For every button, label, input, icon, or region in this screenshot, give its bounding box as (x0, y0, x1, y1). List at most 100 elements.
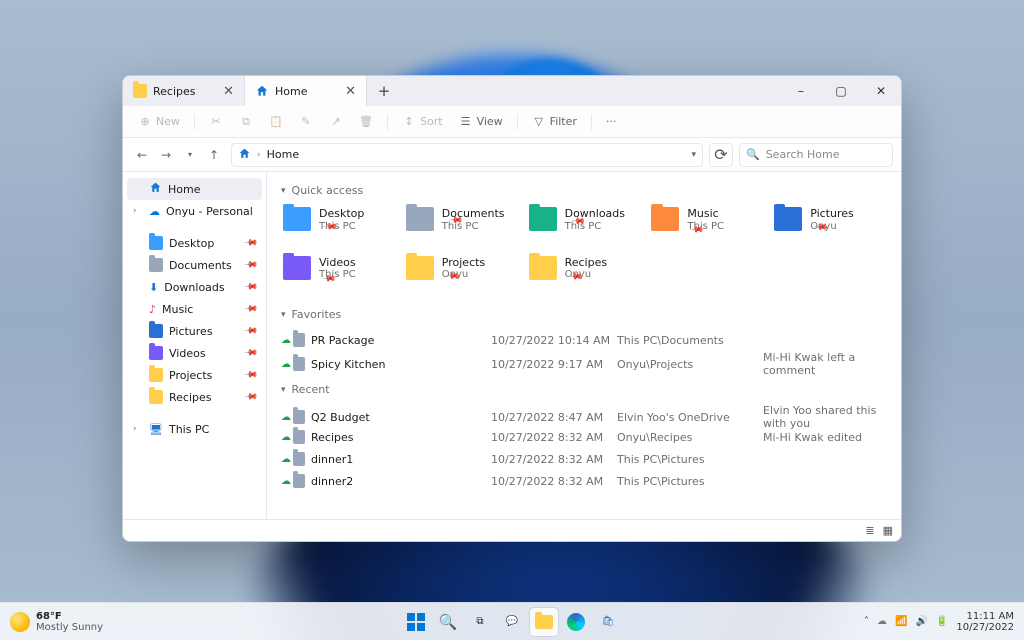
chevron-up-icon[interactable]: ˄ (864, 616, 869, 627)
section-quick-access[interactable]: ▾ Quick access (281, 184, 887, 197)
list-item[interactable]: ☁ Q2 Budget 10/27/2022 8:47 AM Elvin Yoo… (281, 404, 887, 426)
quick-access-item[interactable]: Desktop This PC 📌 (281, 205, 396, 248)
chat-button[interactable]: 💬 (498, 608, 526, 636)
volume-icon[interactable]: 🔊 (915, 616, 927, 627)
sidebar-item-desktop[interactable]: Desktop 📌 (127, 232, 262, 254)
sidebar-item-label: Home (168, 183, 200, 196)
back-button[interactable]: ← (131, 144, 153, 166)
breadcrumb-home[interactable]: Home (267, 148, 299, 161)
sidebar-item-home[interactable]: Home (127, 178, 262, 200)
tab-home[interactable]: Home ✕ (245, 76, 367, 106)
close-button[interactable]: ✕ (861, 76, 901, 106)
battery-icon[interactable]: 🔋 (936, 616, 948, 627)
new-tab-button[interactable]: + (367, 76, 401, 106)
maximize-button[interactable]: ▢ (821, 76, 861, 106)
rename-button[interactable]: ✎ (292, 111, 320, 133)
item-name: PR Package (311, 334, 485, 347)
item-path: Onyu\Projects (617, 358, 757, 371)
clock-time: 11:11 AM (956, 611, 1014, 622)
delete-icon: 🗑 (359, 115, 373, 129)
quick-access-item[interactable]: Downloads This PC 📌 (527, 205, 642, 248)
sidebar-item-this-pc[interactable]: › 🖥 This PC (127, 418, 262, 440)
sidebar-item-recipes[interactable]: Recipes 📌 (127, 386, 262, 408)
paste-button[interactable]: 📋 (262, 111, 290, 133)
taskbar[interactable]: 68°F Mostly Sunny 🔍 ⧉ 💬 🛍 ˄ ☁ 📶 🔊 🔋 11:1… (0, 602, 1024, 640)
folder-icon (406, 207, 434, 231)
tab-recipes[interactable]: Recipes ✕ (123, 76, 245, 106)
pin-icon: 📌 (243, 345, 258, 360)
copy-button[interactable]: ⧉ (232, 111, 260, 133)
weather-widget[interactable]: 68°F Mostly Sunny (10, 611, 103, 633)
home-icon (255, 84, 269, 98)
details-view-button[interactable]: ≣ (865, 524, 874, 537)
view-icon: ☰ (459, 115, 473, 129)
quick-access-item[interactable]: Projects Onyu 📌 (404, 254, 519, 297)
search-input[interactable]: 🔍 Search Home (739, 143, 893, 167)
sidebar-item-downloads[interactable]: ⬇ Downloads 📌 (127, 276, 262, 298)
refresh-button[interactable]: ⟳ (709, 143, 733, 167)
file-icon (293, 357, 305, 371)
list-item[interactable]: ☁ PR Package 10/27/2022 10:14 AM This PC… (281, 329, 887, 351)
share-button[interactable]: ↗ (322, 111, 350, 133)
item-name: Recipes (311, 431, 485, 444)
pin-icon: 📌 (243, 279, 258, 294)
task-view-button[interactable]: ⧉ (466, 608, 494, 636)
quick-access-item[interactable]: Documents This PC 📌 (404, 205, 519, 248)
tab-close-icon[interactable]: ✕ (345, 85, 356, 98)
tab-close-icon[interactable]: ✕ (223, 85, 234, 98)
sidebar-item-pictures[interactable]: Pictures 📌 (127, 320, 262, 342)
chevron-down-icon: ▾ (281, 385, 286, 395)
recent-locations-button[interactable]: ▾ (179, 144, 201, 166)
separator (591, 114, 592, 130)
quick-access-item[interactable]: Pictures Onyu 📌 (772, 205, 887, 248)
wifi-icon[interactable]: 📶 (895, 616, 907, 627)
sidebar-item-onedrive[interactable]: › ☁ Onyu - Personal (127, 200, 262, 222)
delete-button[interactable]: 🗑 (352, 111, 380, 133)
list-item[interactable]: ☁ dinner1 10/27/2022 8:32 AM This PC\Pic… (281, 448, 887, 470)
address-bar[interactable]: › Home ▾ (231, 143, 703, 167)
store-button[interactable]: 🛍 (594, 608, 622, 636)
chevron-down-icon[interactable]: ▾ (691, 150, 696, 160)
up-button[interactable]: ↑ (203, 144, 225, 166)
file-icon (293, 474, 305, 488)
sidebar-item-projects[interactable]: Projects 📌 (127, 364, 262, 386)
tab-label: Recipes (153, 85, 196, 98)
list-item[interactable]: ☁ Spicy Kitchen 10/27/2022 9:17 AM Onyu\… (281, 351, 887, 373)
sidebar-item-music[interactable]: ♪ Music 📌 (127, 298, 262, 320)
search-button[interactable]: 🔍 (434, 608, 462, 636)
clock[interactable]: 11:11 AM 10/27/2022 (956, 611, 1014, 633)
new-button[interactable]: ⊕ New (131, 111, 187, 133)
sort-label: Sort (420, 115, 443, 128)
sort-button[interactable]: ↕ Sort (395, 111, 450, 133)
filter-button[interactable]: ▽ Filter (525, 111, 584, 133)
forward-button[interactable]: → (155, 144, 177, 166)
list-item[interactable]: ☁ dinner2 10/27/2022 8:32 AM This PC\Pic… (281, 470, 887, 492)
chevron-right-icon[interactable]: › (133, 424, 143, 434)
item-name: Q2 Budget (311, 411, 485, 424)
folder-icon (149, 236, 163, 250)
item-activity: Mi-Hi Kwak edited (763, 431, 887, 444)
store-icon: 🛍 (602, 616, 615, 627)
more-button[interactable]: ··· (599, 111, 624, 132)
edge-button[interactable] (562, 608, 590, 636)
chevron-right-icon[interactable]: › (133, 206, 143, 216)
view-button[interactable]: ☰ View (452, 111, 510, 133)
onedrive-tray-icon[interactable]: ☁ (877, 616, 887, 627)
quick-access-item[interactable]: Music This PC 📌 (649, 205, 764, 248)
sidebar-item-videos[interactable]: Videos 📌 (127, 342, 262, 364)
folder-icon (149, 346, 163, 360)
sidebar-item-label: Onyu - Personal (166, 205, 253, 218)
section-favorites[interactable]: ▾ Favorites (281, 308, 887, 321)
sidebar-item-documents[interactable]: Documents 📌 (127, 254, 262, 276)
minimize-button[interactable]: – (781, 76, 821, 106)
cut-button[interactable]: ✂ (202, 111, 230, 133)
file-explorer-button[interactable] (530, 608, 558, 636)
home-icon (238, 147, 251, 163)
start-button[interactable] (402, 608, 430, 636)
system-tray[interactable]: ˄ ☁ 📶 🔊 🔋 11:11 AM 10/27/2022 (864, 611, 1014, 633)
quick-access-item[interactable]: Videos This PC 📌 (281, 254, 396, 297)
tiles-view-button[interactable]: ▦ (883, 524, 893, 537)
quick-access-item[interactable]: Recipes Onyu 📌 (527, 254, 642, 297)
more-icon: ··· (606, 115, 617, 128)
section-recent[interactable]: ▾ Recent (281, 383, 887, 396)
